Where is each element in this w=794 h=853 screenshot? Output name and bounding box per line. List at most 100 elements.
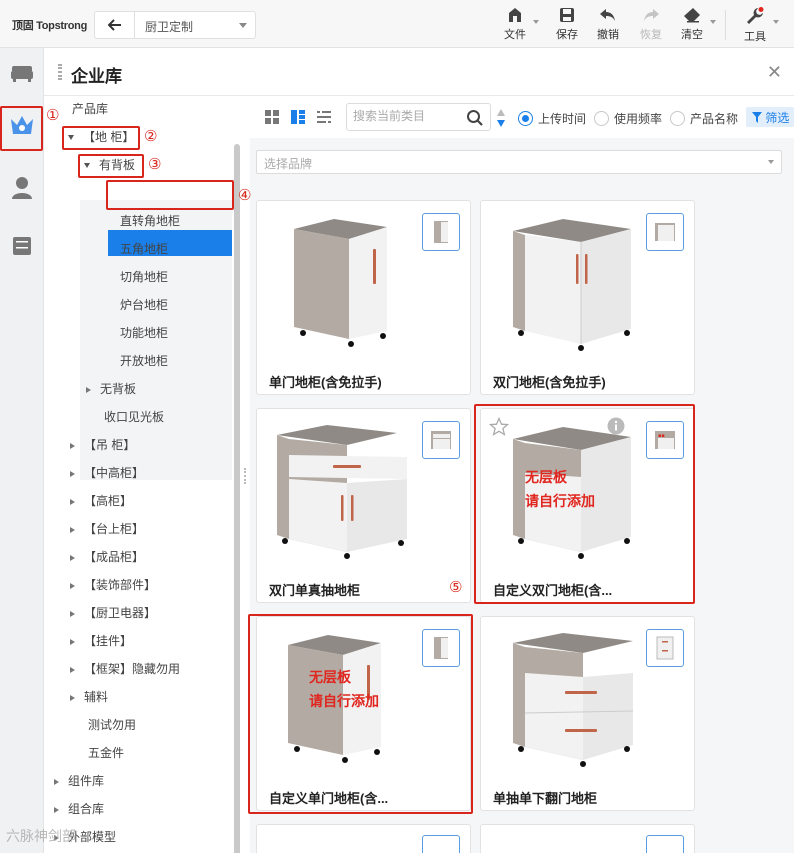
eraser-icon (684, 8, 700, 23)
product-card[interactable]: 双门单真抽地柜 (256, 408, 471, 603)
annotation-box (106, 180, 234, 210)
sidebar-user-button[interactable] (6, 172, 38, 204)
product-card[interactable]: 单抽单下翻门地柜 (480, 616, 695, 811)
sidebar-cabinet-button[interactable] (6, 230, 38, 262)
tree-node[interactable]: 【装饰部件】 (70, 574, 156, 596)
double-door-cabinet-image (513, 219, 631, 351)
drag-handle-icon[interactable] (58, 64, 62, 80)
file-menu-button[interactable]: 文件 (495, 6, 535, 44)
tree-node-label: 开放地柜 (120, 354, 169, 368)
tree-node[interactable]: 【框架】隐藏勿用 (70, 658, 180, 680)
caret-right-icon (86, 386, 91, 393)
product-thumbnail-icon[interactable] (646, 835, 684, 853)
scene-select[interactable]: 厨卫定制 (134, 11, 256, 39)
tree-node[interactable]: 【中高柜】 (70, 462, 144, 484)
tree-node-edge-panel[interactable]: 收口见光板 (104, 406, 164, 428)
annotation-number: ③ (148, 155, 162, 173)
clear-button[interactable]: 清空 (672, 6, 712, 44)
redo-label: 恢复 (640, 29, 662, 41)
close-icon[interactable]: ✕ (767, 62, 782, 83)
caret-right-icon (70, 582, 75, 589)
back-button[interactable] (94, 11, 134, 39)
tree-leaf[interactable]: 切角地柜 (120, 266, 168, 288)
annotation-number: ④ (238, 186, 252, 204)
annotation-box (0, 106, 43, 151)
tree-node[interactable]: 【挂件】 (70, 630, 132, 652)
tree-node[interactable]: 【台上柜】 (70, 518, 144, 540)
annotation-box (78, 154, 144, 178)
tree-node-combos[interactable]: 组合库 (54, 798, 104, 820)
tree-scrollbar[interactable] (234, 144, 240, 853)
drawer-cabinet-image (277, 425, 407, 559)
product-thumbnail-icon[interactable] (646, 213, 684, 251)
brand-select[interactable]: 选择品牌 (256, 150, 782, 174)
product-thumbnail-icon[interactable] (422, 421, 460, 459)
sort-order-icon[interactable] (496, 108, 506, 128)
tree-leaf[interactable]: 开放地柜 (120, 350, 168, 372)
grid-view-icon[interactable] (264, 109, 280, 125)
sort-upload-time-radio[interactable] (518, 111, 533, 126)
tree-leaf[interactable]: 五角地柜 (120, 238, 168, 260)
tree-node-components[interactable]: 组件库 (54, 770, 104, 792)
cabinet-icon (13, 237, 31, 255)
sort-usage-radio[interactable] (594, 111, 609, 126)
tree-leaf[interactable]: 功能地柜 (120, 322, 168, 344)
product-toolbar: 上传时间 使用频率 产品名称 筛选 (250, 96, 794, 138)
tree-node-label: 【台上柜】 (84, 522, 145, 536)
annotation-box (62, 126, 140, 150)
search-icon[interactable] (466, 109, 484, 127)
tree-node-label: 五角地柜 (120, 242, 169, 256)
tree-node[interactable]: 辅料 (70, 686, 108, 708)
tree-node[interactable]: 五金件 (88, 742, 124, 764)
tree-node-label: 【成品柜】 (84, 550, 145, 564)
wrench-icon (747, 7, 764, 24)
caret-right-icon (54, 806, 59, 813)
filter-button[interactable]: 筛选 (746, 107, 794, 127)
tree-node[interactable]: 【成品柜】 (70, 546, 144, 568)
tree-node-root[interactable]: 产品库 (72, 98, 108, 120)
list-view-icon[interactable] (290, 109, 306, 125)
tree-node[interactable]: 【高柜】 (70, 490, 132, 512)
product-thumbnail-icon[interactable] (422, 213, 460, 251)
product-name: 双门地柜(含免拉手) (493, 375, 606, 390)
product-thumbnail-icon[interactable] (646, 629, 684, 667)
sort-name-radio[interactable] (670, 111, 685, 126)
tree-node-label: 【框架】隐藏勿用 (84, 662, 181, 676)
file-icon (509, 8, 521, 22)
brand-logo: 顶固 Topstrong (12, 20, 88, 32)
tree-node-label: 【厨卫电器】 (84, 606, 157, 620)
chevron-down-icon (533, 20, 539, 24)
annotation-box (248, 614, 473, 814)
tree-leaf[interactable]: 炉台地柜 (120, 294, 168, 316)
search-input[interactable] (353, 109, 453, 123)
undo-icon (600, 9, 615, 21)
product-thumbnail-icon[interactable] (422, 835, 460, 853)
detail-view-icon[interactable] (316, 109, 332, 125)
caret-right-icon (70, 554, 75, 561)
tools-menu-button[interactable]: 工具 (735, 6, 775, 44)
brand-placeholder: 选择品牌 (264, 157, 313, 171)
tree-node-no-backboard[interactable]: 无背板 (86, 378, 136, 400)
tree-node-label: 功能地柜 (120, 326, 169, 340)
undo-button[interactable]: 撤销 (588, 6, 628, 44)
tree-leaf[interactable]: 直转角地柜 (120, 210, 180, 232)
redo-button[interactable]: 恢复 (631, 6, 671, 44)
tree-node[interactable]: 测试勿用 (88, 714, 136, 736)
panel-splitter[interactable] (244, 468, 248, 484)
sort-option-label: 产品名称 (690, 112, 739, 126)
product-card[interactable]: 双门地柜(含免拉手) (480, 200, 695, 395)
product-card[interactable]: 单门地柜(含免拉手) (256, 200, 471, 395)
sort-option-label: 使用频率 (614, 112, 663, 126)
save-button[interactable]: 保存 (547, 6, 587, 44)
single-door-cabinet-image (294, 219, 387, 347)
caret-right-icon (70, 498, 75, 505)
caret-right-icon (54, 778, 59, 785)
caret-right-icon (70, 442, 75, 449)
watermark: 六脉神剑部 (6, 828, 76, 844)
sidebar-scene-button[interactable] (6, 57, 38, 89)
save-label: 保存 (556, 29, 578, 41)
product-card[interactable] (480, 824, 695, 853)
product-card[interactable] (256, 824, 471, 853)
tree-node[interactable]: 【厨卫电器】 (70, 602, 156, 624)
tree-node[interactable]: 【吊 柜】 (70, 434, 135, 456)
